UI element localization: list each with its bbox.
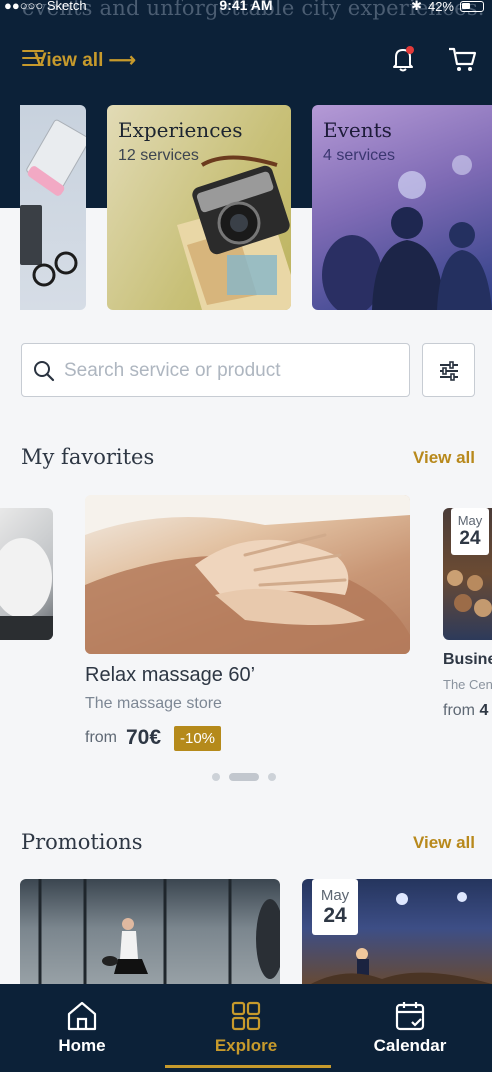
promotions-view-all-link[interactable]: View all	[413, 833, 475, 853]
status-bar: ●●○○○ Sketch 9:41 AM ✱ 42%	[0, 0, 492, 14]
home-icon	[67, 1001, 97, 1031]
date-month: May	[457, 513, 483, 528]
active-tab-indicator	[165, 1065, 331, 1068]
favorite-next-store: The Cen	[443, 677, 492, 692]
office-items-illustration	[20, 119, 86, 287]
category-card-experiences[interactable]: Experiences 12 services	[107, 105, 291, 310]
category-title: Experiences	[118, 118, 243, 142]
hero-view-all-link[interactable]: View all ⟶	[34, 49, 136, 72]
favorite-next-price-prefix: from	[443, 702, 475, 719]
nav-item-calendar[interactable]: Calendar	[328, 984, 492, 1072]
discount-badge: -10%	[174, 726, 222, 751]
calendar-check-icon	[395, 1002, 425, 1031]
promo-date-chip: May 24	[312, 879, 358, 935]
search-icon	[34, 361, 55, 382]
nav-item-explore[interactable]: Explore	[164, 984, 328, 1072]
promotions-title: Promotions	[21, 830, 143, 854]
person-illustration	[0, 538, 53, 640]
favorites-view-all-link[interactable]: View all	[413, 448, 475, 468]
search-input[interactable]	[64, 356, 394, 386]
favorite-card-image[interactable]	[85, 495, 410, 654]
top-header: View all ⟶	[0, 40, 492, 80]
pager-dot-active[interactable]	[229, 773, 259, 781]
battery-icon	[460, 0, 484, 12]
category-card-events[interactable]: Events 4 services	[312, 105, 492, 310]
nav-item-home[interactable]: Home	[0, 984, 164, 1072]
filter-sliders-icon	[440, 361, 458, 381]
date-chip: May 24	[451, 508, 489, 555]
favorite-next-price: from 4	[443, 702, 488, 720]
cart-icon[interactable]	[446, 44, 478, 74]
pager-dot[interactable]	[212, 773, 220, 781]
notifications-bell-icon[interactable]	[388, 44, 418, 74]
promotion-card-image[interactable]	[20, 879, 280, 989]
padel-player-illustration	[38, 879, 280, 989]
nav-label: Calendar	[373, 1036, 447, 1055]
category-title: Events	[323, 118, 392, 142]
favorite-price-prefix: from	[85, 729, 117, 746]
category-card-office[interactable]	[20, 105, 86, 310]
battery-percent: 42%	[427, 0, 454, 14]
category-subtitle: 12 services	[118, 147, 199, 164]
date-day: 24	[459, 528, 481, 549]
favorite-title[interactable]: Relax massage 60’	[85, 664, 255, 687]
pager-dot[interactable]	[268, 773, 276, 781]
favorites-title: My favorites	[21, 445, 155, 469]
favorite-card-prev-image[interactable]	[0, 508, 53, 640]
carousel-pager	[212, 773, 276, 781]
bottom-navigation: Home Explore Calendar	[0, 984, 492, 1072]
status-right: ✱ 42%	[411, 0, 484, 14]
promo-date-month: May	[320, 887, 350, 904]
search-bar	[21, 343, 410, 397]
explore-grid-icon	[231, 1001, 261, 1031]
favorite-price: 70€	[126, 726, 162, 749]
favorite-store: The massage store	[85, 695, 222, 712]
promo-date-day: 24	[323, 904, 347, 927]
massage-hands-illustration	[85, 495, 410, 654]
favorite-next-title[interactable]: Busine	[443, 651, 492, 669]
bluetooth-icon: ✱	[411, 0, 422, 13]
favorite-next-price-value: 4	[479, 702, 489, 719]
category-subtitle: 4 services	[323, 147, 396, 164]
nav-label: Home	[58, 1036, 106, 1055]
nav-label: Explore	[214, 1036, 278, 1055]
filter-button[interactable]	[422, 343, 475, 397]
